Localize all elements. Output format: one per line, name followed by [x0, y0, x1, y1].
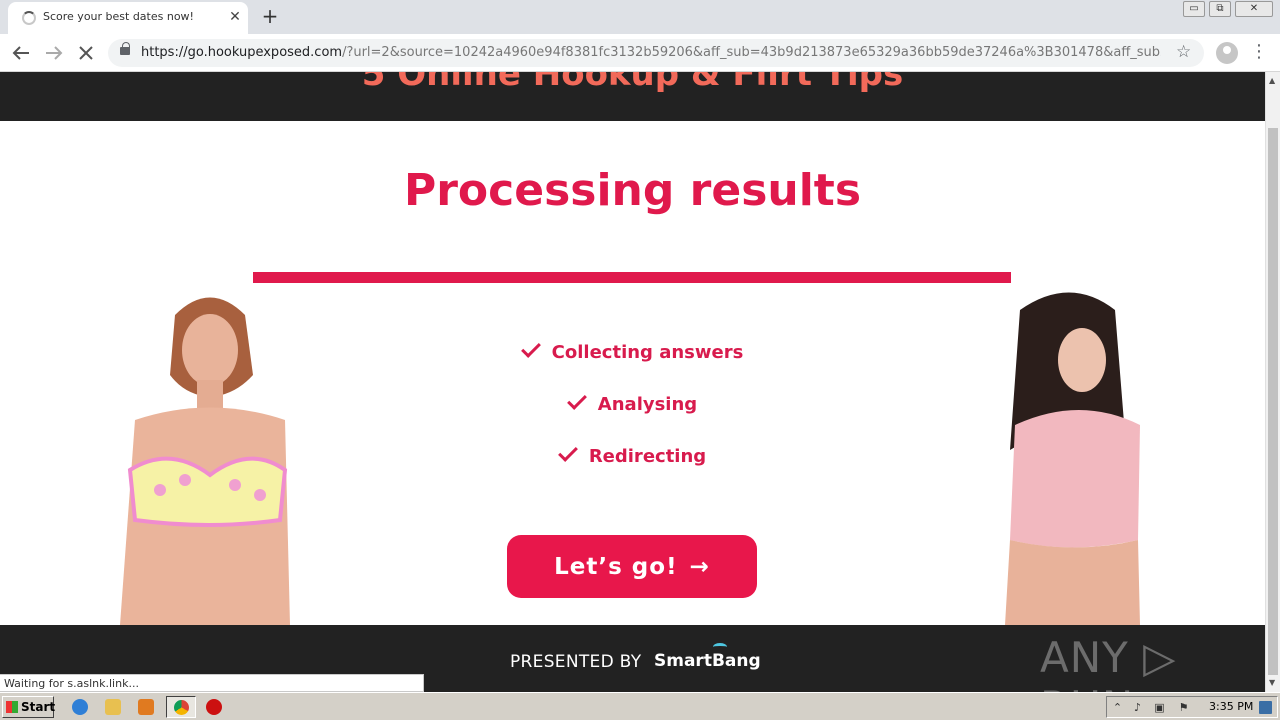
- cta-label: Let’s go!: [554, 553, 678, 580]
- volume-icon[interactable]: ♪: [1131, 701, 1144, 714]
- forward-arrow-icon: [46, 46, 63, 60]
- step-item: Analysing: [0, 390, 1265, 415]
- tab-title: Score your best dates now!: [43, 10, 194, 23]
- warning-stop-icon[interactable]: [206, 699, 222, 715]
- header-title: 5 Online Hookup & Flirt Tips: [361, 72, 904, 94]
- folder-icon[interactable]: [105, 699, 121, 715]
- minimize-button[interactable]: ▭: [1183, 1, 1205, 17]
- restore-button[interactable]: ⧉: [1209, 1, 1231, 17]
- bookmark-star-icon[interactable]: ☆: [1176, 42, 1191, 62]
- arrow-right-icon: →: [689, 553, 710, 580]
- lock-icon: [120, 42, 130, 55]
- presented-by-label: PRESENTED BY: [510, 652, 642, 672]
- scroll-up-arrow-icon[interactable]: ▲: [1269, 76, 1275, 85]
- step-item: Redirecting: [0, 442, 1265, 467]
- page-viewport: 5 Online Hookup & Flirt Tips Processing …: [0, 72, 1265, 692]
- url-path: /?url=2&source=10242a4960e94f8381fc3132b…: [342, 45, 1161, 60]
- progress-fill: [253, 272, 1011, 283]
- status-bubble: Waiting for s.aslnk.link...: [0, 674, 424, 692]
- step-label: Collecting answers: [551, 342, 744, 363]
- forward-button[interactable]: [42, 41, 66, 65]
- lets-go-button[interactable]: Let’s go! →: [507, 535, 757, 598]
- brand-splash-icon: [713, 643, 727, 651]
- processing-title: Processing results: [403, 165, 862, 216]
- browser-toolbar: https://go.hookupexposed.com/?url=2&sour…: [0, 34, 1280, 72]
- check-icon: [566, 390, 587, 410]
- scroll-thumb[interactable]: [1268, 128, 1278, 675]
- back-button[interactable]: [9, 41, 33, 65]
- step-label: Redirecting: [588, 446, 707, 467]
- profile-avatar-icon[interactable]: [1216, 42, 1238, 64]
- media-player-icon[interactable]: [138, 699, 154, 715]
- clock: 3:35 PM: [1209, 700, 1254, 713]
- header-band: 5 Online Hookup & Flirt Tips: [0, 72, 1265, 121]
- step-item: Collecting answers: [0, 338, 1265, 363]
- stop-x-icon: [79, 46, 93, 60]
- progress-bar: [253, 272, 1011, 283]
- loading-spinner-icon: [22, 11, 36, 25]
- back-arrow-icon: [12, 46, 29, 60]
- taskbar: Start ⌃ ♪ ▣ ⚑ 3:35 PM: [0, 692, 1280, 720]
- menu-kebab-icon[interactable]: ⋮: [1250, 41, 1268, 62]
- tray-expand-icon[interactable]: ⌃: [1111, 701, 1124, 714]
- network-icon[interactable]: ▣: [1153, 701, 1166, 714]
- browser-tab[interactable]: Score your best dates now! ✕: [8, 2, 248, 34]
- chrome-icon: [174, 700, 189, 715]
- check-icon: [557, 442, 578, 462]
- anyrun-watermark: ANY ▷ RUN: [1040, 633, 1177, 692]
- step-label: Analysing: [597, 394, 698, 415]
- tab-close-button[interactable]: ✕: [226, 8, 244, 26]
- windows-flag-icon: [6, 701, 18, 713]
- check-icon: [520, 338, 541, 358]
- action-center-flag-icon[interactable]: ⚑: [1177, 701, 1190, 714]
- url-host: https://go.hookupexposed.com: [141, 45, 343, 60]
- scroll-down-arrow-icon[interactable]: ▼: [1269, 678, 1275, 687]
- address-bar[interactable]: https://go.hookupexposed.com/?url=2&sour…: [108, 39, 1204, 67]
- tab-strip: Score your best dates now! ✕ + ▭ ⧉ ✕: [0, 0, 1280, 34]
- page-scrollbar[interactable]: ▲ ▼: [1265, 72, 1280, 692]
- system-tray: ⌃ ♪ ▣ ⚑ 3:35 PM: [1106, 696, 1278, 718]
- close-window-button[interactable]: ✕: [1235, 1, 1273, 17]
- ie-icon[interactable]: [72, 699, 88, 715]
- chrome-taskbar-button[interactable]: [166, 696, 196, 718]
- new-tab-button[interactable]: +: [258, 5, 282, 29]
- url-text[interactable]: https://go.hookupexposed.com/?url=2&sour…: [141, 45, 1161, 60]
- start-label: Start: [21, 700, 56, 714]
- stop-loading-button[interactable]: [74, 41, 98, 65]
- brand-logo: SmartBang: [654, 651, 761, 671]
- start-button[interactable]: Start: [2, 696, 56, 718]
- show-desktop-icon[interactable]: [1259, 701, 1272, 714]
